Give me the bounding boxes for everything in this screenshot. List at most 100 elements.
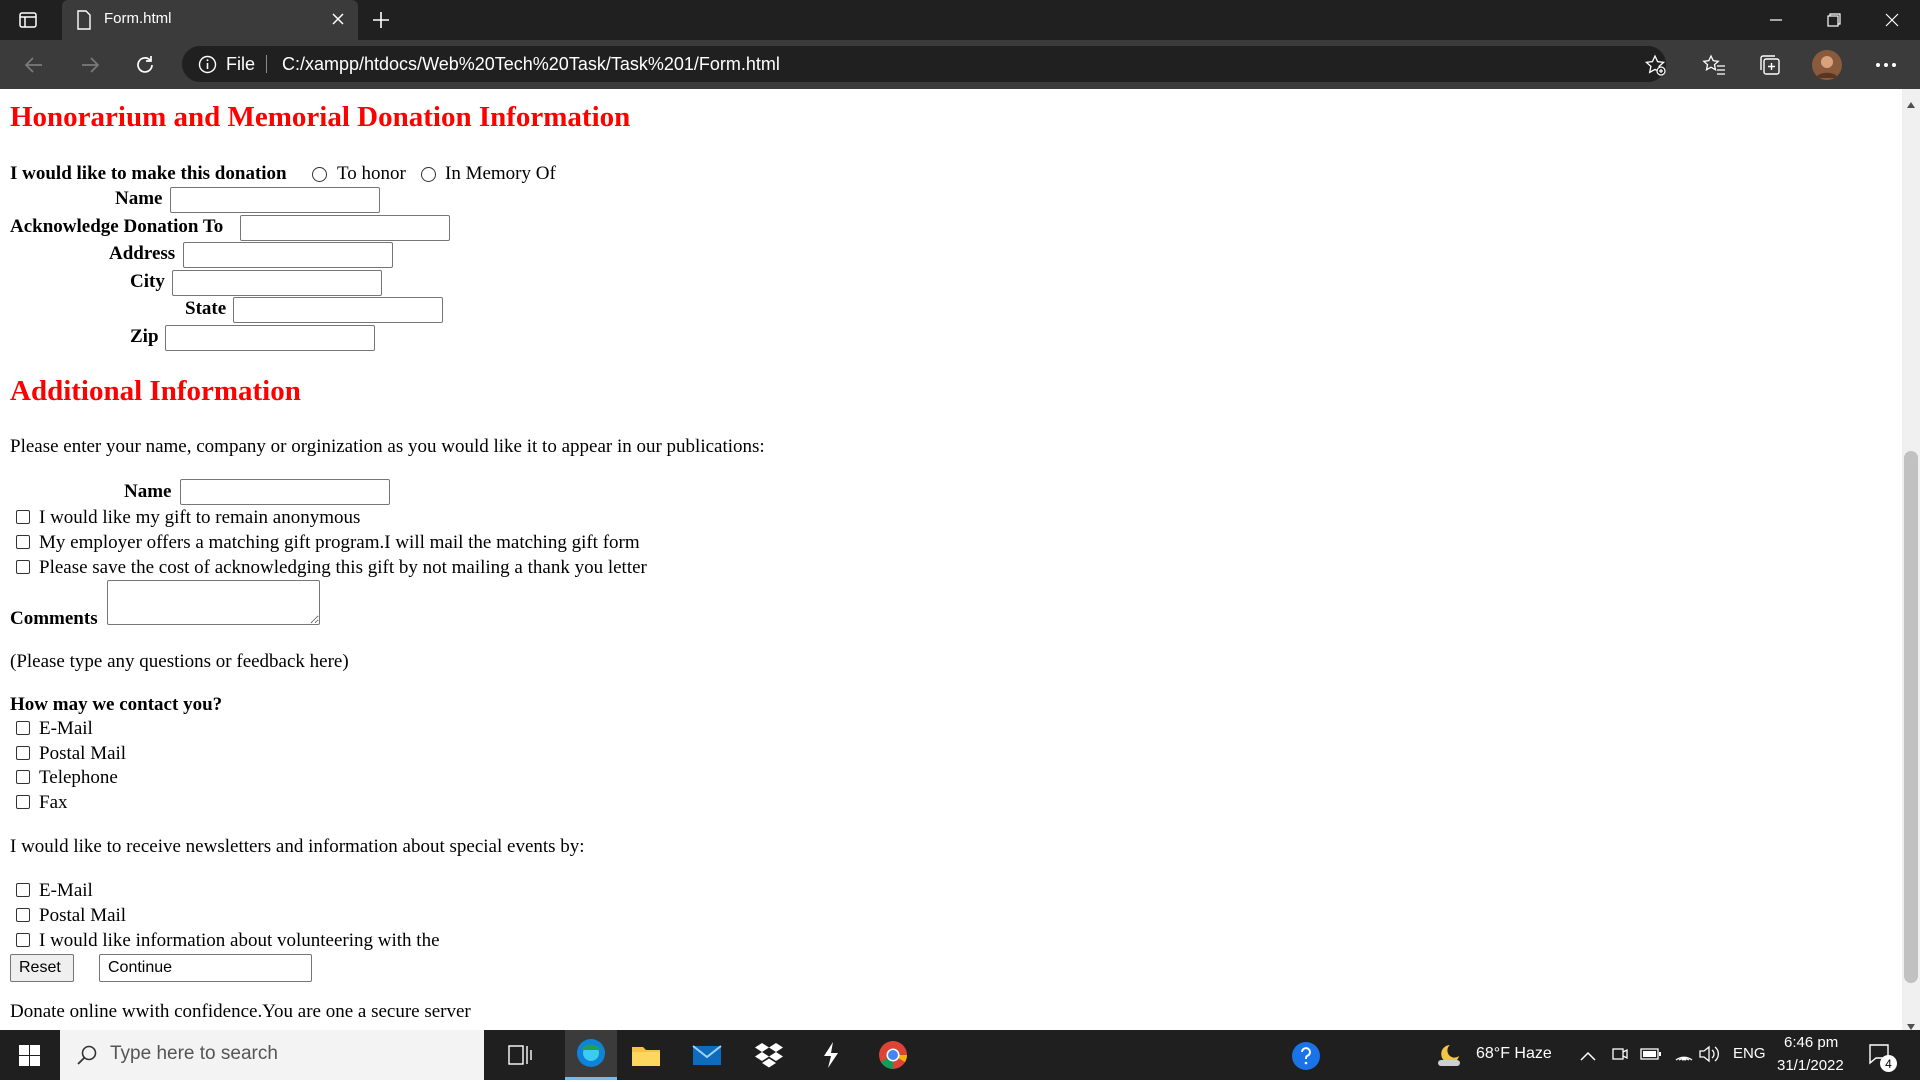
pub-name-label: Name (124, 481, 172, 502)
contact-fax-label: Fax (39, 792, 68, 813)
file-explorer-icon[interactable] (629, 1038, 663, 1072)
forward-icon[interactable] (76, 51, 104, 79)
radio-in-memory-label: In Memory Of (445, 163, 556, 184)
radio-to-honor-label: To honor (337, 163, 406, 184)
page-content: Honorarium and Memorial Donation Informa… (0, 89, 1902, 1030)
wifi-icon[interactable] (1674, 1045, 1694, 1068)
contact-phone-checkbox[interactable] (16, 770, 30, 784)
contact-fax-checkbox[interactable] (16, 795, 30, 809)
browser-tab-bar: Form.html (0, 0, 1920, 40)
dropbox-icon[interactable] (752, 1038, 786, 1072)
anonymous-checkbox[interactable] (16, 510, 30, 524)
close-window-button[interactable] (1864, 0, 1920, 40)
name-field[interactable] (170, 187, 380, 213)
profile-avatar[interactable] (1812, 50, 1842, 80)
more-menu-icon[interactable] (1872, 51, 1900, 79)
scrollbar-thumb[interactable] (1904, 451, 1918, 983)
task-view-icon[interactable] (508, 1044, 532, 1071)
address-label: Address (109, 243, 176, 264)
publication-prompt: Please enter your name, company or orgin… (10, 436, 765, 457)
clock-time[interactable]: 6:46 pm (1784, 1034, 1838, 1051)
url-text[interactable]: C:/xampp/htdocs/Web%20Tech%20Task/Task%2… (282, 54, 780, 75)
zip-label: Zip (130, 326, 159, 347)
minimize-button[interactable] (1748, 0, 1804, 40)
anonymous-label: I would like my gift to remain anonymous (39, 507, 361, 528)
clock-date[interactable]: 31/1/2022 (1777, 1057, 1844, 1074)
favorites-icon[interactable] (1700, 51, 1728, 79)
scroll-up-icon[interactable] (1907, 95, 1915, 113)
close-tab-icon[interactable] (330, 11, 346, 32)
search-icon (76, 1044, 98, 1071)
weather-text[interactable]: 68°F Haze (1476, 1045, 1552, 1063)
file-label: File (226, 54, 256, 74)
taskbar-search[interactable]: Type here to search (60, 1030, 484, 1080)
chrome-icon[interactable] (876, 1038, 910, 1072)
windows-taskbar: Type here to search 68°F Haze ENG 6:46 p… (0, 1030, 1920, 1080)
donation-prompt: I would like to make this donation (10, 163, 287, 184)
volunteer-label: I would like information about volunteer… (39, 930, 440, 951)
comments-textarea[interactable] (107, 580, 320, 625)
back-icon[interactable] (20, 51, 48, 79)
volunteer-checkbox[interactable] (16, 933, 30, 947)
acknowledge-label: Acknowledge Donation To (10, 216, 224, 237)
pub-name-field[interactable] (180, 479, 390, 505)
notification-badge: 4 (1880, 1055, 1897, 1072)
tab-actions-icon[interactable] (18, 10, 38, 30)
contact-email-label: E-Mail (39, 718, 93, 739)
additional-heading: Additional Information (10, 375, 301, 407)
contact-postal-label: Postal Mail (39, 743, 127, 764)
language-indicator[interactable]: ENG (1733, 1045, 1766, 1062)
honorarium-heading: Honorarium and Memorial Donation Informa… (10, 101, 631, 133)
radio-to-honor[interactable] (312, 167, 327, 182)
new-tab-button[interactable] (370, 9, 392, 36)
edge-app-icon[interactable] (565, 1030, 617, 1080)
app-icon[interactable] (814, 1038, 848, 1072)
continue-button[interactable]: Continue (99, 954, 312, 982)
acknowledge-field[interactable] (240, 215, 450, 241)
url-divider (266, 55, 267, 73)
battery-icon[interactable] (1640, 1047, 1662, 1066)
page-scrollbar[interactable] (1902, 89, 1920, 1030)
radio-in-memory[interactable] (421, 167, 436, 182)
news-postal-label: Postal Mail (39, 905, 127, 926)
restore-button[interactable] (1806, 0, 1862, 40)
secure-note: Donate online wwith confidence.You are o… (10, 1001, 471, 1022)
page-icon (76, 10, 92, 35)
volume-icon[interactable] (1698, 1045, 1720, 1068)
address-bar[interactable]: File C:/xampp/htdocs/Web%20Tech%20Task/T… (182, 46, 1666, 82)
refresh-icon[interactable] (131, 51, 159, 79)
tab-form-html[interactable]: Form.html (62, 0, 358, 40)
newsletter-prompt: I would like to receive newsletters and … (10, 836, 585, 857)
state-field[interactable] (233, 297, 443, 323)
matching-label: My employer offers a matching gift progr… (39, 532, 640, 553)
state-label: State (185, 298, 227, 319)
help-icon[interactable] (1292, 1042, 1320, 1070)
contact-email-checkbox[interactable] (16, 721, 30, 735)
comments-label: Comments (10, 608, 98, 629)
zip-field[interactable] (165, 325, 375, 351)
city-label: City (130, 271, 165, 292)
info-icon[interactable] (198, 55, 217, 79)
meet-now-icon[interactable] (1612, 1045, 1628, 1068)
mail-app-icon[interactable] (690, 1038, 724, 1072)
name-label: Name (115, 188, 163, 209)
save-cost-checkbox[interactable] (16, 560, 30, 574)
news-postal-checkbox[interactable] (16, 908, 30, 922)
contact-postal-checkbox[interactable] (16, 746, 30, 760)
add-favorite-icon[interactable] (1644, 54, 1666, 81)
windows-start-icon[interactable] (19, 1045, 40, 1071)
comments-hint: (Please type any questions or feedback h… (10, 651, 349, 672)
tab-title: Form.html (104, 10, 172, 27)
city-field[interactable] (172, 270, 382, 296)
search-placeholder: Type here to search (110, 1043, 278, 1064)
show-hidden-icons[interactable] (1580, 1048, 1596, 1066)
news-email-label: E-Mail (39, 880, 93, 901)
collections-icon[interactable] (1756, 51, 1784, 79)
browser-nav-bar: File C:/xampp/htdocs/Web%20Tech%20Task/T… (0, 40, 1920, 89)
reset-button[interactable]: Reset (10, 954, 74, 982)
matching-checkbox[interactable] (16, 535, 30, 549)
contact-heading: How may we contact you? (10, 694, 223, 715)
address-field[interactable] (183, 242, 393, 268)
save-cost-label: Please save the cost of acknowledging th… (39, 557, 647, 578)
news-email-checkbox[interactable] (16, 883, 30, 897)
